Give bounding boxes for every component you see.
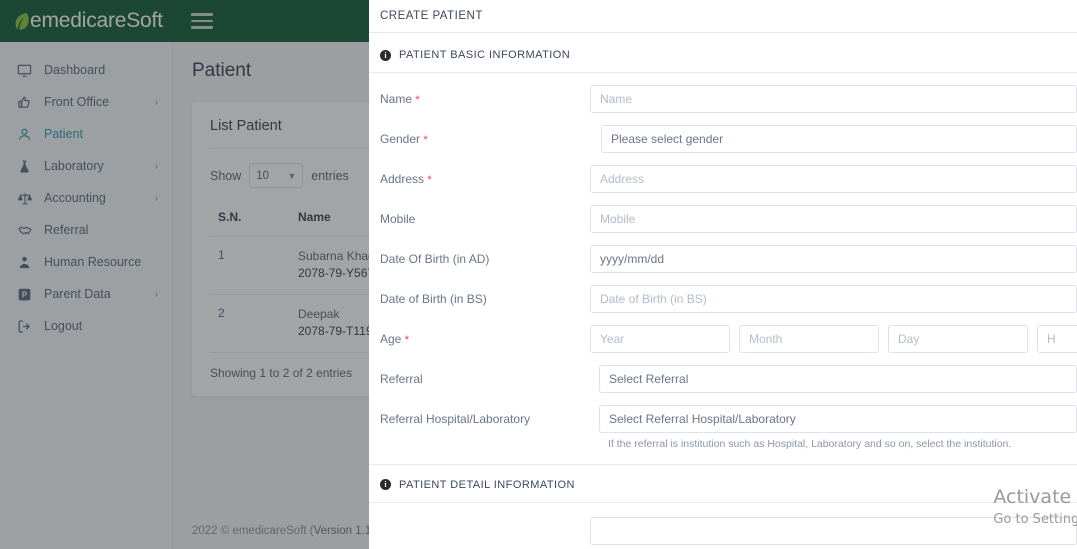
dob-ad-input[interactable]: yyyy/mm/dd [590,245,1077,273]
label-text: Age [380,332,402,346]
label-dob-ad: Date Of Birth (in AD) [380,252,490,266]
age-month-input[interactable]: Month [739,325,879,353]
label-gender: Gender * [380,125,590,148]
mobile-input[interactable]: Mobile [590,205,1077,233]
referral-hospital-select[interactable]: Select Referral Hospital/Laboratory [599,405,1077,433]
modal-overlay[interactable] [0,0,369,549]
section-title: PATIENT DETAIL INFORMATION [399,478,575,491]
name-input[interactable]: Name [590,85,1077,113]
label-dob-bs: Date of Birth (in BS) [380,292,487,306]
referral-helper-text: If the referral is institution such as H… [608,438,1012,450]
section-header-basic: i PATIENT BASIC INFORMATION [369,33,1077,73]
form-row-gender: Gender * Please select gender [369,125,1077,153]
detail-first-input[interactable] [590,516,1077,545]
form-row-age: Age * Year Month Day H [369,325,1077,353]
label-mobile: Mobile [380,212,416,226]
modal-header: CREATE PATIENT [369,0,1077,33]
form-row-dob-bs: Date of Birth (in BS) Date of Birth (in … [369,285,1077,313]
label-text: Gender [380,132,421,146]
modal-body: i PATIENT BASIC INFORMATION Name * Name … [369,33,1077,545]
referral-select[interactable]: Select Referral [599,365,1077,393]
create-patient-modal: CREATE PATIENT i PATIENT BASIC INFORMATI… [369,0,1077,549]
form-row-name: Name * Name [369,85,1077,113]
required-marker: * [404,334,409,346]
gender-select[interactable]: Please select gender [601,125,1077,153]
info-icon: i [380,479,391,491]
label-text: Address [380,172,425,186]
detail-first-field-row [369,503,1077,545]
section-title: PATIENT BASIC INFORMATION [399,49,571,61]
label-referral-hospital: Referral Hospital/Laboratory [380,412,531,426]
info-icon: i [380,49,391,61]
modal-title: CREATE PATIENT [380,10,483,22]
form-row-mobile: Mobile Mobile [369,205,1077,233]
required-marker: * [427,174,432,186]
label-referral: Referral [380,372,423,386]
required-marker: * [423,134,428,146]
label-name: Name * [380,85,590,108]
form-row-referral: Referral Select Referral [369,365,1077,393]
form-row-dob-ad: Date Of Birth (in AD) yyyy/mm/dd [369,245,1077,273]
required-marker: * [415,94,420,106]
label-age: Age * [380,325,590,348]
age-day-input[interactable]: Day [888,325,1028,353]
age-year-input[interactable]: Year [590,325,730,353]
address-input[interactable]: Address [590,165,1077,193]
patient-form: Name * Name Gender * Please select gende… [369,73,1077,452]
dob-bs-input[interactable]: Date of Birth (in BS) [590,285,1077,313]
form-row-referral-hospital: Referral Hospital/Laboratory Select Refe… [369,405,1077,452]
form-row-address: Address * Address [369,165,1077,193]
label-address: Address * [380,165,590,188]
section-header-detail: i PATIENT DETAIL INFORMATION [369,463,1077,503]
label-text: Name [380,92,413,106]
age-hour-input[interactable]: H [1037,325,1077,353]
